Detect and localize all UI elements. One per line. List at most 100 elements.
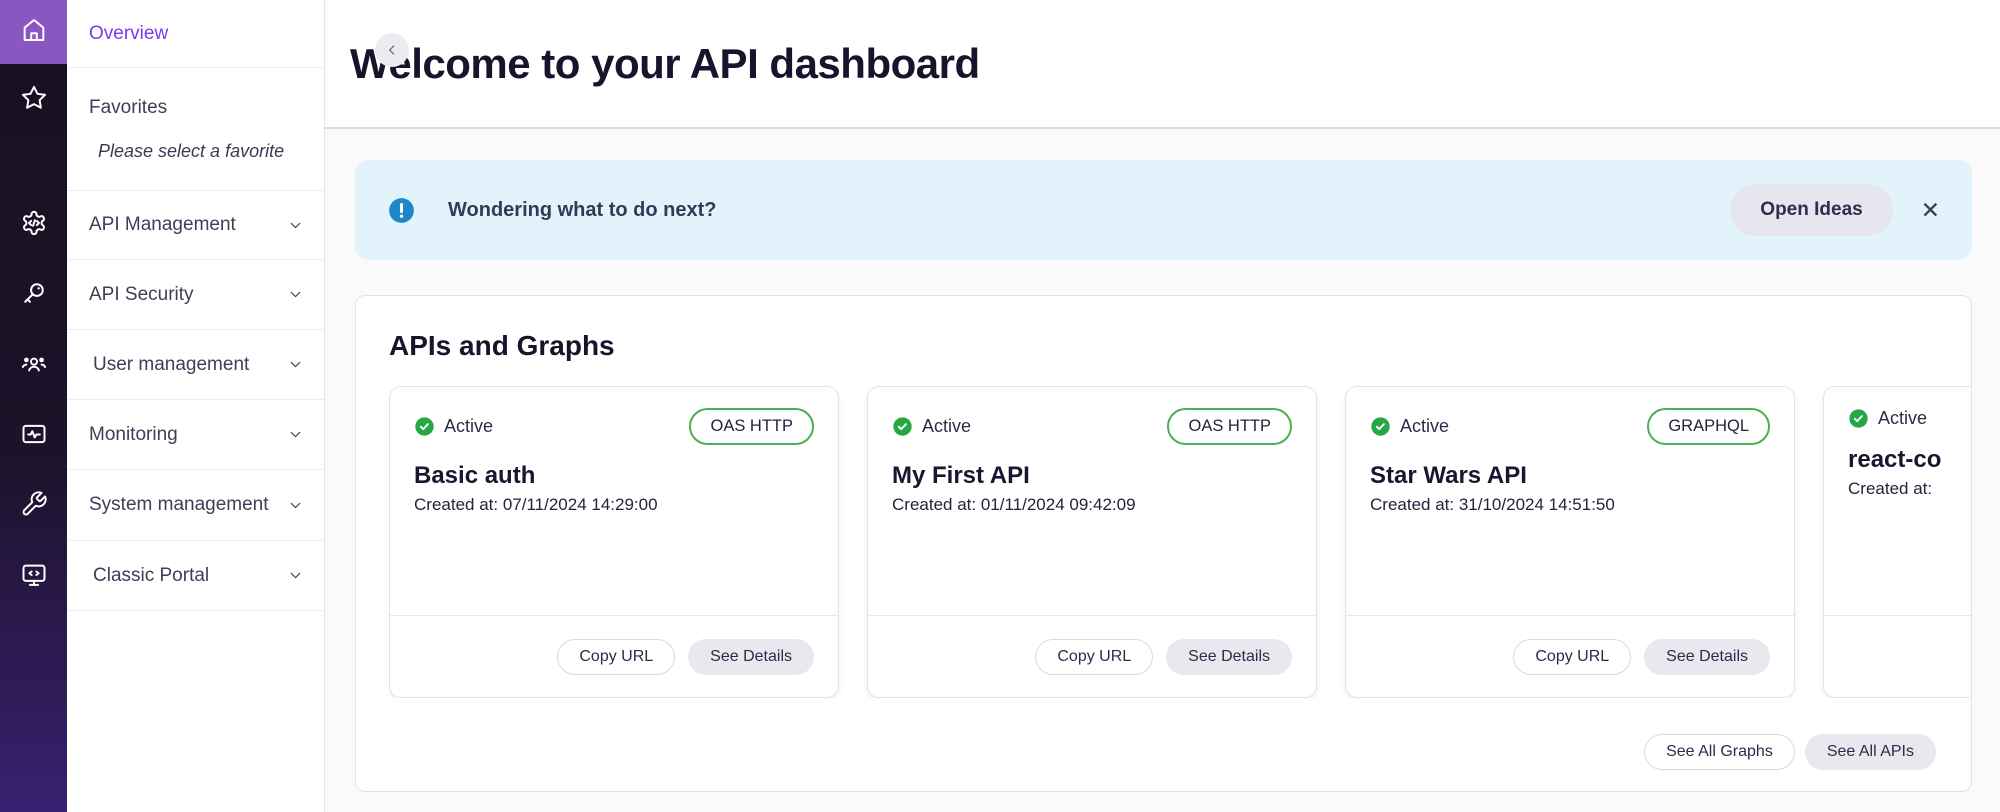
- created-label: Created at:: [414, 495, 498, 514]
- sidebar-group-favorites: Favorites Please select a favorite: [67, 68, 324, 191]
- sidebar-item-favorites[interactable]: Favorites: [89, 97, 167, 119]
- home-icon: [20, 16, 48, 49]
- card-footer: Copy URL See Details: [390, 615, 838, 697]
- api-card-title: Star Wars API: [1370, 462, 1770, 490]
- status-badge: Active: [1878, 408, 1927, 429]
- created-label: Created at:: [1848, 479, 1932, 498]
- see-all-graphs-button[interactable]: See All Graphs: [1644, 734, 1795, 770]
- users-icon: [20, 350, 48, 383]
- check-circle-icon: [414, 416, 435, 437]
- sidebar-item-user-management[interactable]: User management: [67, 330, 324, 400]
- status-row: Active OAS HTTP: [414, 408, 814, 445]
- card-body: Active OAS HTTP Basic auth Created at: 0…: [390, 387, 838, 615]
- sidebar-item-label: API Management: [89, 214, 236, 236]
- api-card-title: My First API: [892, 462, 1292, 490]
- card-footer: Copy URL See Details: [868, 615, 1316, 697]
- sidebar-item-label: System management: [89, 494, 269, 516]
- portal-icon: [20, 561, 48, 594]
- gear-code-icon: [20, 209, 48, 242]
- copy-url-button[interactable]: Copy URL: [1035, 639, 1153, 675]
- api-cards-row: Active OAS HTTP Basic auth Created at: 0…: [389, 386, 1971, 698]
- status-badge: Active: [922, 416, 971, 437]
- chevron-down-icon: [287, 286, 304, 303]
- sidebar-item-label: Monitoring: [89, 424, 178, 446]
- api-card-created: Created at: 01/11/2024 09:42:09: [892, 495, 1292, 515]
- sidebar-collapse-button[interactable]: [375, 33, 409, 67]
- key-icon: [20, 279, 48, 312]
- card-body: Active OAS HTTP My First API Created at:…: [868, 387, 1316, 615]
- wrench-icon: [20, 490, 48, 523]
- info-banner: Wondering what to do next? Open Ideas ✕: [355, 160, 1972, 260]
- rail-item-api-security[interactable]: [0, 267, 67, 323]
- see-all-apis-button[interactable]: See All APIs: [1805, 734, 1936, 770]
- sidebar-menu: Overview Favorites Please select a favor…: [67, 0, 325, 812]
- card-footer: Copy URL See Details: [1346, 615, 1794, 697]
- rail-item-classic-portal[interactable]: [0, 549, 67, 605]
- see-details-button[interactable]: See Details: [688, 639, 814, 675]
- api-type-badge: OAS HTTP: [1167, 408, 1292, 445]
- rail-item-api-management[interactable]: [0, 197, 67, 253]
- chevron-down-icon: [287, 567, 304, 584]
- icon-rail: [0, 0, 67, 812]
- api-card: Active OAS HTTP Basic auth Created at: 0…: [389, 386, 839, 698]
- open-ideas-button[interactable]: Open Ideas: [1730, 184, 1892, 236]
- sidebar-item-api-management[interactable]: API Management: [67, 191, 324, 260]
- status-row: Active GRAPHQL: [1370, 408, 1770, 445]
- api-type-badge: GRAPHQL: [1647, 408, 1770, 445]
- see-all-row: See All Graphs See All APIs: [389, 734, 1971, 770]
- api-card-title: Basic auth: [414, 462, 814, 490]
- api-card-title: react-co: [1848, 446, 1971, 474]
- api-card-created: Created at:: [1848, 479, 1971, 499]
- created-value: 31/10/2024 14:51:50: [1459, 495, 1615, 514]
- check-circle-icon: [1370, 416, 1391, 437]
- rail-item-favorites[interactable]: [0, 72, 67, 128]
- api-card: Active GRAPHQL Star Wars API Created at:…: [1345, 386, 1795, 698]
- favorites-empty-note: Please select a favorite: [89, 141, 284, 162]
- sidebar-item-label: API Security: [89, 284, 194, 306]
- api-card-created: Created at: 07/11/2024 14:29:00: [414, 495, 814, 515]
- chevron-down-icon: [287, 497, 304, 514]
- chevron-left-icon: [384, 42, 400, 58]
- status-badge: Active: [1400, 416, 1449, 437]
- created-value: 07/11/2024 14:29:00: [503, 495, 658, 514]
- main-content: Welcome to your API dashboard Wondering …: [325, 0, 2000, 812]
- check-circle-icon: [892, 416, 913, 437]
- monitor-pulse-icon: [20, 420, 48, 453]
- sidebar-item-system-management[interactable]: System management: [67, 470, 324, 541]
- chevron-down-icon: [287, 217, 304, 234]
- copy-url-button[interactable]: Copy URL: [1513, 639, 1631, 675]
- check-circle-icon: [1848, 408, 1869, 429]
- page-title: Welcome to your API dashboard: [350, 40, 980, 88]
- banner-message: Wondering what to do next?: [448, 199, 717, 222]
- status-row: Active: [1848, 408, 1971, 429]
- api-card-created: Created at: 31/10/2024 14:51:50: [1370, 495, 1770, 515]
- rail-item-monitoring[interactable]: [0, 408, 67, 464]
- created-label: Created at:: [892, 495, 976, 514]
- sidebar-item-api-security[interactable]: API Security: [67, 260, 324, 330]
- status-row: Active OAS HTTP: [892, 408, 1292, 445]
- api-type-badge: OAS HTTP: [689, 408, 814, 445]
- page-header: Welcome to your API dashboard: [325, 0, 2000, 129]
- sidebar-item-overview[interactable]: Overview: [67, 0, 324, 68]
- created-label: Created at:: [1370, 495, 1454, 514]
- card-body: Active GRAPHQL Star Wars API Created at:…: [1346, 387, 1794, 615]
- sidebar-item-label: Overview: [89, 23, 168, 45]
- content-area: Wondering what to do next? Open Ideas ✕ …: [325, 129, 2000, 812]
- see-details-button[interactable]: See Details: [1166, 639, 1292, 675]
- see-details-button[interactable]: See Details: [1644, 639, 1770, 675]
- sidebar-item-monitoring[interactable]: Monitoring: [67, 400, 324, 470]
- rail-item-system-management[interactable]: [0, 478, 67, 534]
- panel-title: APIs and Graphs: [389, 330, 1971, 362]
- api-card: Active OAS HTTP My First API Created at:…: [867, 386, 1317, 698]
- card-footer: Copy URL See Details: [1824, 615, 1971, 697]
- copy-url-button[interactable]: Copy URL: [557, 639, 675, 675]
- rail-item-user-management[interactable]: [0, 338, 67, 394]
- sidebar-item-classic-portal[interactable]: Classic Portal: [67, 541, 324, 611]
- rail-item-overview[interactable]: [0, 0, 67, 64]
- status-badge: Active: [444, 416, 493, 437]
- chevron-down-icon: [287, 426, 304, 443]
- close-icon[interactable]: ✕: [1919, 197, 1942, 224]
- card-body: Active react-co Created at:: [1824, 387, 1971, 615]
- created-value: 01/11/2024 09:42:09: [981, 495, 1136, 514]
- api-card: Active react-co Created at: Copy URL See…: [1823, 386, 1971, 698]
